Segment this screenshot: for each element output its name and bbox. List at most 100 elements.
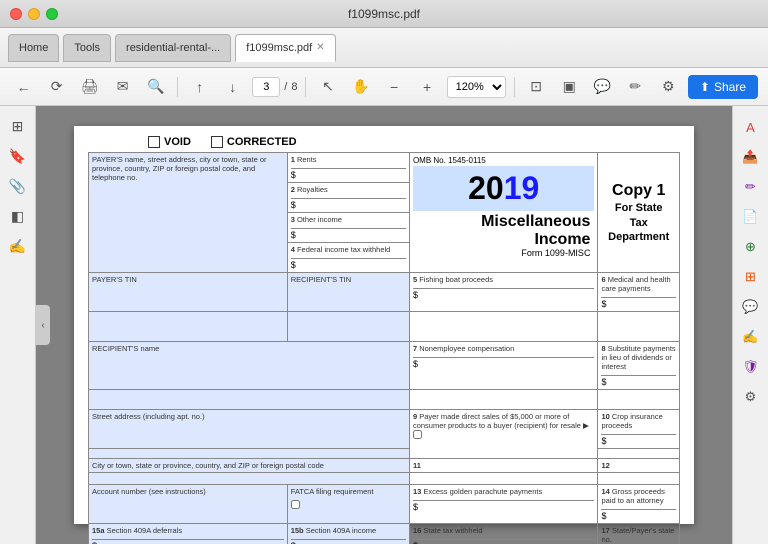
fill-sign-icon[interactable]: ✍ bbox=[738, 324, 764, 350]
print-button[interactable]: 🖨 bbox=[76, 73, 103, 101]
traffic-lights bbox=[10, 8, 58, 20]
organize-icon[interactable]: ⊞ bbox=[738, 264, 764, 290]
content-area[interactable]: ‹ VOID CORRECTED bbox=[36, 106, 732, 544]
void-corrected-row: VOID CORRECTED bbox=[88, 136, 680, 148]
box9-checkbox[interactable] bbox=[413, 430, 422, 439]
box4-cell: 4 Federal income tax withheld $ bbox=[287, 243, 409, 273]
window-title: f1099msc.pdf bbox=[348, 7, 420, 21]
forward-button[interactable]: ⟳ bbox=[43, 73, 70, 101]
maximize-button[interactable] bbox=[46, 8, 58, 20]
box5-cell: 5 Fishing boat proceeds $ bbox=[409, 273, 598, 312]
separator-2 bbox=[305, 77, 306, 97]
box1-dollar: $ bbox=[291, 168, 406, 180]
street-cell: Street address (including apt. no.) bbox=[89, 410, 410, 449]
zoom-out-button[interactable]: − bbox=[381, 73, 408, 101]
fatca-label: FATCA filing requirement bbox=[291, 487, 406, 496]
tab-home[interactable]: Home bbox=[8, 34, 59, 62]
attachments-icon[interactable]: 📎 bbox=[6, 174, 30, 198]
omb-number: OMB No. 1545-0115 bbox=[413, 155, 595, 166]
box4-label: 4 Federal income tax withheld bbox=[291, 245, 406, 254]
box15b-cell: 15b Section 409A income $ bbox=[287, 524, 409, 544]
comment-right-icon[interactable]: 💬 bbox=[738, 294, 764, 320]
create-pdf-icon[interactable]: 📄 bbox=[738, 204, 764, 230]
account-label: Account number (see instructions) bbox=[92, 487, 284, 496]
cursor-tool[interactable]: ↖ bbox=[314, 73, 341, 101]
corrected-checkbox[interactable] bbox=[211, 136, 223, 148]
copy-sub: For State TaxDepartment bbox=[605, 201, 672, 244]
payer-tin-label: PAYER'S TIN bbox=[92, 275, 284, 284]
tab-f1099[interactable]: f1099msc.pdf ✕ bbox=[235, 34, 335, 62]
form-number-label: Form 1099-MISC bbox=[417, 248, 591, 258]
tab-home-label: Home bbox=[19, 42, 48, 54]
form-table: PAYER'S name, street address, city or to… bbox=[88, 152, 680, 544]
street-label: Street address (including apt. no.) bbox=[92, 412, 406, 421]
box13-dollar: $ bbox=[413, 500, 595, 512]
tab-tools[interactable]: Tools bbox=[63, 34, 111, 62]
fit-page-button[interactable]: ⊡ bbox=[523, 73, 550, 101]
corrected-label: CORRECTED bbox=[227, 136, 297, 148]
tab-f1099-label: f1099msc.pdf bbox=[246, 42, 312, 54]
recipient-name-space bbox=[89, 390, 410, 410]
layers-icon[interactable]: ◧ bbox=[6, 204, 30, 228]
tool2[interactable]: ▣ bbox=[556, 73, 583, 101]
page-navigation: / 8 bbox=[252, 77, 297, 97]
recipient-tin-label: RECIPIENT'S TIN bbox=[291, 275, 406, 284]
box3-label: 3 Other income bbox=[291, 215, 406, 224]
prev-page-button[interactable]: ↑ bbox=[186, 73, 213, 101]
box8-dollar: $ bbox=[601, 375, 676, 387]
copy-number: Copy 1 bbox=[605, 181, 672, 202]
box15a-cell: 15a Section 409A deferrals $ bbox=[89, 524, 288, 544]
zoom-in-button[interactable]: + bbox=[414, 73, 441, 101]
box12-label: 12 bbox=[601, 461, 676, 470]
box8-space bbox=[598, 390, 680, 410]
tab-residential[interactable]: residential-rental-... bbox=[115, 34, 231, 62]
box17-cell: 17 State/Payer's state no. bbox=[598, 524, 680, 544]
box12-space bbox=[598, 473, 680, 485]
recipient-name-cell: RECIPIENT'S name bbox=[89, 342, 410, 390]
share-label: Share bbox=[714, 80, 746, 94]
box7-cell: 7 Nonemployee compensation $ bbox=[409, 342, 598, 390]
pen-button[interactable]: ✏ bbox=[622, 73, 649, 101]
thumbnails-icon[interactable]: ⊞ bbox=[6, 114, 30, 138]
tab-close-icon[interactable]: ✕ bbox=[316, 42, 324, 53]
collapse-arrow[interactable]: ‹ bbox=[36, 305, 50, 345]
box6-dollar: $ bbox=[601, 297, 676, 309]
box8-label: 8 Substitute payments in lieu of dividen… bbox=[601, 344, 676, 371]
fatca-cell: FATCA filing requirement bbox=[287, 485, 409, 524]
more-icon[interactable]: ⚙ bbox=[738, 384, 764, 410]
signatures-icon[interactable]: ✍ bbox=[6, 234, 30, 258]
recipient-tin-cell: RECIPIENT'S TIN bbox=[287, 273, 409, 312]
protect-icon[interactable]: 🛡 bbox=[738, 354, 764, 380]
close-button[interactable] bbox=[10, 8, 22, 20]
minimize-button[interactable] bbox=[28, 8, 40, 20]
city-label: City or town, state or province, country… bbox=[92, 461, 406, 470]
box5-space bbox=[409, 312, 598, 342]
void-checkbox[interactable] bbox=[148, 136, 160, 148]
box2-label: 2 Royalties bbox=[291, 185, 406, 194]
more-tools[interactable]: ⚙ bbox=[655, 73, 682, 101]
fatca-checkbox[interactable] bbox=[291, 500, 300, 509]
zoom-select[interactable]: 120% 100% 150% bbox=[447, 76, 506, 98]
email-button[interactable]: ✉ bbox=[109, 73, 136, 101]
payer-name-cell: PAYER'S name, street address, city or to… bbox=[89, 153, 288, 273]
next-page-button[interactable]: ↓ bbox=[219, 73, 246, 101]
box7-space bbox=[409, 390, 598, 410]
zoom-in-search[interactable]: 🔍 bbox=[142, 73, 169, 101]
page-number-input[interactable] bbox=[252, 77, 280, 97]
box7-dollar: $ bbox=[413, 357, 595, 369]
right-sidebar: A 📤 ✏ 📄 ⊕ ⊞ 💬 ✍ 🛡 ⚙ bbox=[732, 106, 768, 544]
year-20: 20 bbox=[468, 170, 504, 206]
back-button[interactable]: ← bbox=[10, 73, 37, 101]
nav-toolbar: ← ⟳ 🖨 ✉ 🔍 ↑ ↓ / 8 ↖ ✋ − + 120% 100% 150%… bbox=[0, 68, 768, 106]
share-button[interactable]: ⬆ Share bbox=[688, 75, 758, 99]
pan-tool[interactable]: ✋ bbox=[348, 73, 375, 101]
bookmarks-icon[interactable]: 🔖 bbox=[6, 144, 30, 168]
acrobat-icon[interactable]: A bbox=[738, 114, 764, 140]
export-icon[interactable]: 📤 bbox=[738, 144, 764, 170]
box15b-label: 15b Section 409A income bbox=[291, 526, 406, 535]
combine-icon[interactable]: ⊕ bbox=[738, 234, 764, 260]
edit-pdf-icon[interactable]: ✏ bbox=[738, 174, 764, 200]
page-total: 8 bbox=[291, 81, 297, 93]
comment-button[interactable]: 💬 bbox=[589, 73, 616, 101]
box2-cell: 2 Royalties $ bbox=[287, 183, 409, 213]
